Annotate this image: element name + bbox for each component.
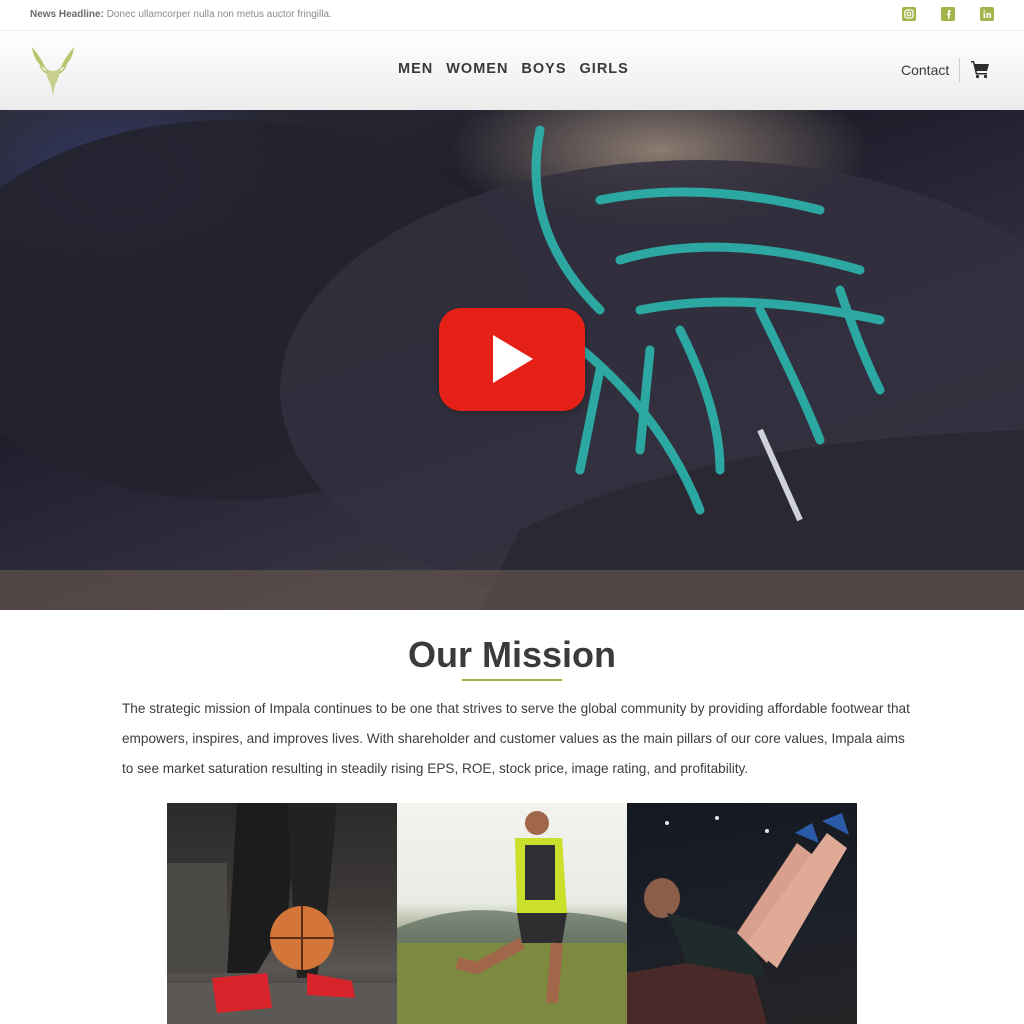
- gym-photo: [627, 803, 857, 1024]
- nav-girls[interactable]: GIRLS: [580, 61, 629, 77]
- news-headline-text: Donec ullamcorper nulla non metus auctor…: [106, 9, 332, 20]
- play-button[interactable]: [439, 308, 585, 411]
- hero-video[interactable]: [0, 110, 1024, 610]
- shopping-cart-icon[interactable]: [970, 59, 990, 79]
- mission-text: The strategic mission of Impala continue…: [122, 701, 910, 776]
- title-underline: [462, 679, 562, 681]
- site-header: MEN WOMEN BOYS GIRLS Contact: [0, 31, 1024, 110]
- linkedin-icon[interactable]: [980, 7, 994, 21]
- runner-photo: [397, 803, 627, 1024]
- nav-boys[interactable]: BOYS: [521, 61, 566, 77]
- basketball-photo: [167, 803, 397, 1024]
- header-divider: [959, 58, 960, 82]
- mission-title: Our Mission: [407, 634, 617, 675]
- contact-link[interactable]: Contact: [901, 62, 949, 78]
- main-nav: MEN WOMEN BOYS GIRLS: [398, 61, 629, 77]
- facebook-icon[interactable]: [941, 7, 955, 21]
- nav-women[interactable]: WOMEN: [446, 61, 508, 77]
- news-headline-label: News Headline:: [30, 9, 104, 20]
- news-headline: News Headline: Donec ullamcorper nulla n…: [30, 9, 332, 20]
- nav-men[interactable]: MEN: [398, 61, 433, 77]
- impala-logo-icon[interactable]: [28, 45, 78, 97]
- instagram-icon[interactable]: [902, 7, 916, 21]
- top-bar: News Headline: Donec ullamcorper nulla n…: [0, 0, 1024, 31]
